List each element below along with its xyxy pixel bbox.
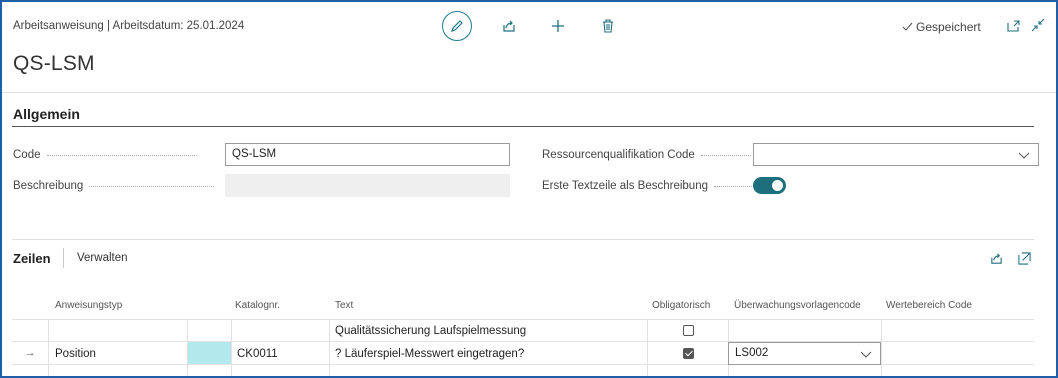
column-header-mandatory[interactable]: Obligatorisch: [652, 300, 710, 311]
chevron-down-icon: [1018, 152, 1030, 159]
page-frame: Arbeitsanweisung | Arbeitsdatum: 25.01.2…: [0, 0, 1058, 378]
plus-icon: [552, 20, 564, 32]
row-text[interactable]: ? Läuferspiel-Messwert eingetragen?: [335, 348, 524, 360]
resource-qualification-label: Ressourcenqualifikation Code: [542, 149, 751, 161]
row-instruction-type[interactable]: Position: [55, 348, 96, 360]
code-label: Code: [13, 149, 197, 161]
breadcrumb: Arbeitsanweisung | Arbeitsdatum: 25.01.2…: [13, 20, 245, 32]
saved-label: Gespeichert: [916, 20, 981, 34]
section-divider-lines: [12, 239, 1034, 240]
resource-qualification-select[interactable]: [753, 143, 1039, 166]
new-button[interactable]: [548, 16, 568, 36]
row-text[interactable]: Qualitätssicherung Laufspielmessung: [335, 325, 526, 337]
pencil-icon: [451, 20, 463, 32]
section-divider: [12, 126, 1034, 127]
toggle-knob: [772, 180, 783, 191]
description-field[interactable]: [225, 174, 510, 197]
row-highlight-cell[interactable]: [188, 342, 231, 364]
page-title: QS-LSM: [13, 52, 95, 75]
collapse-button[interactable]: [1028, 15, 1048, 35]
open-new-window-button[interactable]: [1004, 16, 1024, 36]
share-icon: [990, 252, 1002, 264]
section-title-general[interactable]: Allgemein: [13, 106, 80, 122]
description-label: Beschreibung: [13, 180, 215, 192]
lines-title[interactable]: Zeilen: [13, 251, 51, 266]
row-catalog-no[interactable]: CK0011: [237, 348, 278, 360]
column-header-value-range[interactable]: Wertebereich Code: [886, 300, 972, 311]
row-selected-arrow-icon: →: [24, 347, 36, 359]
open-new-window-icon: [1007, 20, 1020, 32]
edit-button[interactable]: [442, 11, 472, 41]
first-line-description-label: Erste Textzeile als Beschreibung: [542, 180, 754, 192]
share-button[interactable]: [499, 16, 519, 36]
row-mandatory-checkbox[interactable]: [683, 348, 694, 359]
header-divider: [2, 92, 1056, 93]
row-monitoring-template-select[interactable]: LS002: [728, 342, 881, 365]
manage-action[interactable]: Verwalten: [77, 252, 128, 264]
trash-icon: [603, 19, 613, 33]
delete-button[interactable]: [598, 16, 618, 36]
column-header-catalog-no[interactable]: Katalognr.: [235, 300, 280, 311]
column-header-instruction-type[interactable]: Anweisungstyp: [55, 300, 122, 311]
code-field[interactable]: QS-LSM: [225, 143, 510, 166]
column-header-text[interactable]: Text: [335, 300, 353, 311]
check-icon: [902, 22, 913, 31]
row-mandatory-checkbox[interactable]: [683, 325, 694, 336]
share-icon: [503, 20, 515, 32]
collapse-icon: [1031, 18, 1045, 32]
chevron-down-icon: [860, 351, 872, 358]
lines-share-button[interactable]: [986, 248, 1006, 268]
column-header-monitoring-template[interactable]: Überwachungsvorlagencode: [734, 300, 861, 311]
first-line-description-toggle[interactable]: [753, 177, 786, 194]
lines-action-separator: [63, 248, 64, 268]
saved-status: Gespeichert: [902, 20, 981, 34]
lines-expand-button[interactable]: [1014, 248, 1034, 268]
expand-icon: [1017, 251, 1031, 265]
